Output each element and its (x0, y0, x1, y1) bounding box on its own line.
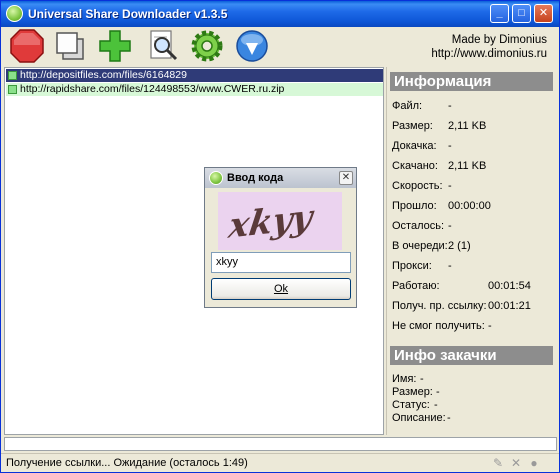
dialog-close-button[interactable]: ✕ (339, 171, 353, 185)
info-label-file: Файл: (392, 100, 423, 112)
info-label-remaining: Осталось: (392, 220, 445, 232)
gear-icon[interactable] (190, 29, 224, 63)
credits: Made by Dimonius http://www.dimonius.ru (431, 33, 547, 61)
info-value-file: - (448, 100, 452, 112)
title-bar[interactable]: Universal Share Downloader v1.3.5 _ □ ✕ (1, 1, 559, 27)
info-icon[interactable] (235, 29, 269, 63)
info-value-downloaded: 2,11 KB (448, 160, 487, 172)
copy-icon[interactable] (53, 29, 87, 63)
download-info-header: Инфо закачки (390, 346, 553, 365)
info-value-speed: - (448, 180, 452, 192)
dl-value-description: - (447, 412, 451, 424)
info-value-failed: - (488, 320, 492, 332)
app-window: Universal Share Downloader v1.3.5 _ □ ✕ … (0, 0, 560, 473)
info-label-link-time: Получ. пр. ссылку: (392, 300, 487, 312)
status-indicator-icon (8, 85, 17, 94)
download-row[interactable]: http://rapidshare.com/files/124498553/ww… (6, 83, 383, 96)
info-label-size: Размер: (392, 120, 433, 132)
dialog-app-icon (209, 171, 223, 185)
credits-author: Made by Dimonius (451, 34, 547, 46)
ok-button[interactable]: Ok (211, 278, 351, 300)
window-title: Universal Share Downloader v1.3.5 (28, 7, 228, 21)
info-label-failed: Не смог получить: (392, 320, 485, 332)
status-bar: Получение ссылки... Ожидание (осталось 1… (1, 453, 559, 472)
info-label-elapsed: Прошло: (392, 200, 437, 212)
dl-label-description: Описание: (392, 412, 446, 424)
status-text: Получение ссылки... Ожидание (осталось 1… (6, 457, 248, 469)
dl-value-size: - (436, 386, 440, 398)
info-value-resume: - (448, 140, 452, 152)
status-indicator-icon (8, 71, 17, 80)
minimize-button[interactable]: _ (490, 4, 509, 23)
app-icon (6, 5, 23, 22)
dl-label-name: Имя: (392, 373, 417, 385)
credits-url[interactable]: http://www.dimonius.ru (431, 47, 547, 61)
info-label-resume: Докачка: (392, 140, 437, 152)
download-url: http://rapidshare.com/files/124498553/ww… (20, 83, 285, 95)
info-value-uptime: 00:01:54 (488, 280, 531, 292)
info-header: Информация (390, 72, 553, 91)
record-icon[interactable]: ● (527, 456, 541, 470)
download-url: http://depositfiles.com/files/6164829 (20, 69, 187, 81)
dl-label-size: Размер: (392, 386, 433, 398)
download-row[interactable]: http://depositfiles.com/files/6164829 (6, 69, 383, 82)
info-value-queue: 2 (1) (448, 240, 471, 252)
info-label-downloaded: Скачано: (392, 160, 438, 172)
info-value-size: 2,11 KB (448, 120, 487, 132)
search-icon[interactable] (146, 29, 180, 63)
info-label-uptime: Работаю: (392, 280, 440, 292)
code-input[interactable]: xkyy (211, 252, 351, 273)
dl-value-name: - (420, 373, 424, 385)
tool-icon[interactable]: ✎ (491, 456, 505, 470)
info-panel: Информация Файл: - Размер: 2,11 KB Докач… (386, 67, 558, 435)
captcha-text: xkyy (225, 197, 317, 246)
dialog-title-bar[interactable]: Ввод кода ✕ (205, 168, 356, 188)
info-label-queue: В очереди: (392, 240, 448, 252)
info-value-remaining: - (448, 220, 452, 232)
captcha-dialog: Ввод кода ✕ xkyy xkyy Ok (204, 167, 357, 308)
captcha-image: xkyy (218, 192, 342, 250)
info-label-speed: Скорость: (392, 180, 443, 192)
close-button[interactable]: ✕ (534, 4, 553, 23)
info-label-proxy: Прокси: (392, 260, 432, 272)
info-value-proxy: - (448, 260, 452, 272)
info-value-elapsed: 00:00:00 (448, 200, 491, 212)
dl-label-status: Статус: (392, 399, 430, 411)
dl-value-status: - (434, 399, 438, 411)
toolbar: Made by Dimonius http://www.dimonius.ru (1, 27, 559, 67)
stop-icon[interactable] (10, 29, 44, 63)
progress-bar (4, 437, 557, 451)
dialog-title: Ввод кода (227, 172, 284, 184)
add-icon[interactable] (98, 29, 132, 63)
info-value-link-time: 00:01:21 (488, 300, 531, 312)
connect-icon[interactable]: ✕ (509, 456, 523, 470)
maximize-button[interactable]: □ (512, 4, 531, 23)
